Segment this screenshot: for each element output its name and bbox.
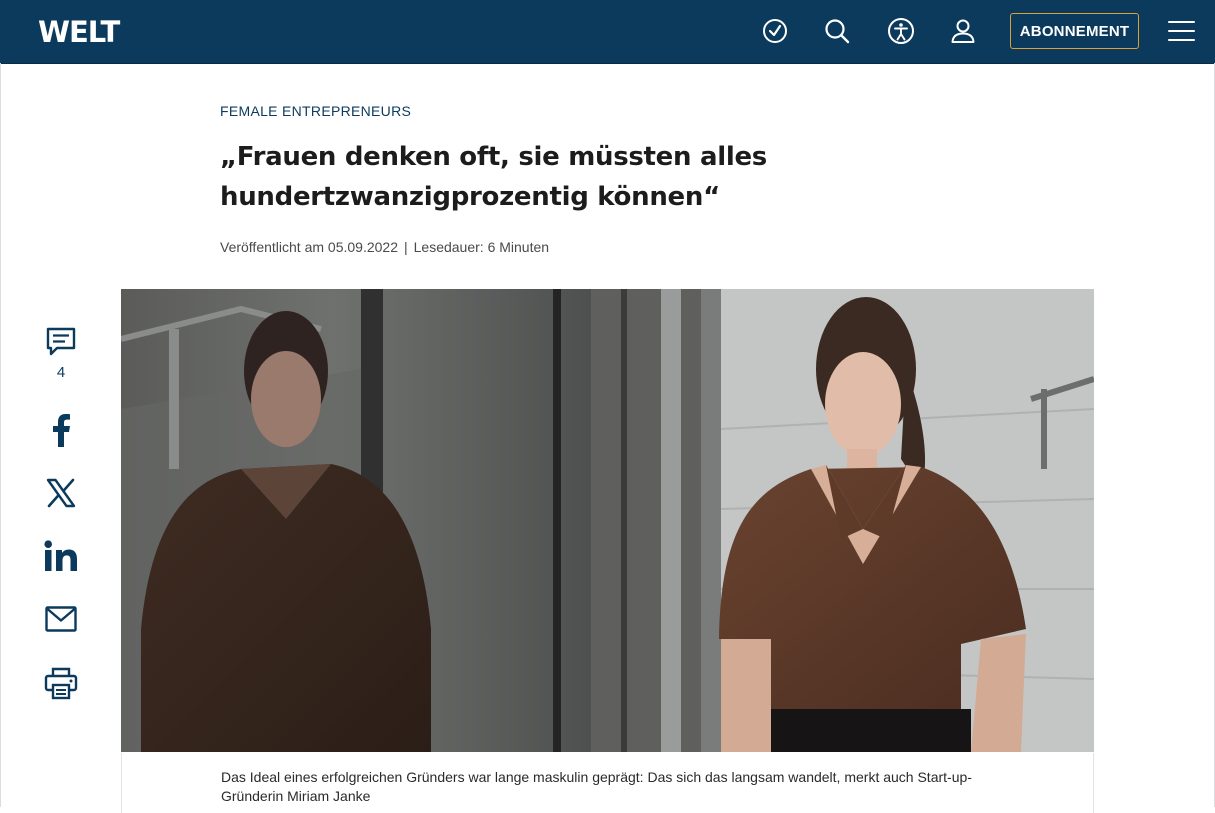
mail-icon[interactable] xyxy=(40,603,82,635)
comment-icon[interactable] xyxy=(40,325,82,359)
article-meta: Veröffentlicht am 05.09.2022 | Lesedauer: … xyxy=(220,239,549,255)
linkedin-icon[interactable] xyxy=(40,538,82,574)
meta-separator: | xyxy=(403,239,408,255)
hamburger-menu-icon[interactable] xyxy=(1168,18,1196,44)
x-icon[interactable] xyxy=(40,476,82,510)
published-date: Veröffentlicht am 05.09.2022 xyxy=(220,239,398,255)
hero-photo xyxy=(121,289,1094,752)
image-caption: Das Ideal eines erfolgreichen Gründers w… xyxy=(221,769,972,804)
search-icon[interactable] xyxy=(822,16,852,46)
article-headline: „Frauen denken oft, sie müssten alles hu… xyxy=(220,137,860,217)
headline-line-2: hundertzwanzigprozentig können“ xyxy=(220,182,720,212)
welt-logo-mark: WELT xyxy=(38,15,121,49)
user-icon[interactable] xyxy=(948,16,978,46)
page-border-left xyxy=(0,63,1,807)
print-icon[interactable] xyxy=(40,665,82,701)
accessibility-icon[interactable] xyxy=(886,16,916,46)
headline-line-1: „Frauen denken oft, sie müssten alles xyxy=(220,142,767,172)
svg-text:WELT: WELT xyxy=(38,15,120,48)
clock-icon[interactable] xyxy=(760,16,790,46)
comment-count[interactable]: 4 xyxy=(40,364,82,381)
article-kicker[interactable]: FEMALE ENTREPRENEURS xyxy=(220,103,411,119)
welt-logo[interactable]: WELT xyxy=(38,14,134,49)
article-hero-image[interactable] xyxy=(121,289,1094,752)
facebook-icon[interactable] xyxy=(40,412,82,448)
subscribe-button[interactable]: ABONNEMENT xyxy=(1010,13,1139,49)
reading-time: Lesedauer: 6 Minuten xyxy=(413,239,550,255)
site-header: WELT ABONNEMENT xyxy=(0,0,1215,64)
